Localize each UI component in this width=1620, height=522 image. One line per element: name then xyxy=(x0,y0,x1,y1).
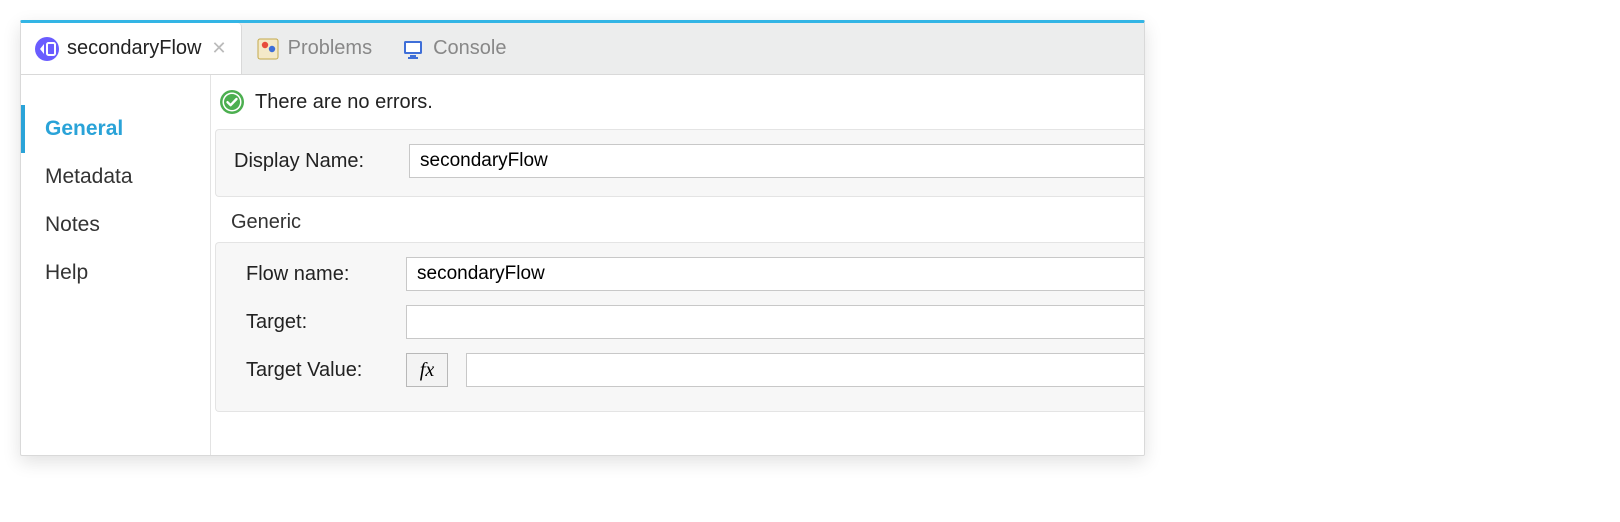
main-panel: There are no errors. Display Name: Gener… xyxy=(211,75,1144,455)
tab-problems[interactable]: Problems xyxy=(242,23,387,74)
flow-name-row: Flow name: xyxy=(246,257,1144,291)
sidebar-item-help[interactable]: Help xyxy=(21,249,210,297)
check-icon xyxy=(219,89,245,115)
sidebar-item-label: Notes xyxy=(45,213,100,236)
target-row: Target: xyxy=(246,305,1144,339)
sidebar-item-label: General xyxy=(45,117,123,140)
flow-icon xyxy=(35,37,59,61)
display-name-input[interactable] xyxy=(409,144,1144,178)
tab-label: Console xyxy=(433,37,506,60)
sidebar: General Metadata Notes Help xyxy=(21,75,211,455)
flow-name-label: Flow name: xyxy=(246,263,406,286)
problems-icon xyxy=(256,37,280,61)
sidebar-item-general[interactable]: General xyxy=(21,105,210,153)
tab-label: Problems xyxy=(288,37,372,60)
sidebar-item-label: Metadata xyxy=(45,165,133,188)
target-value-row: Target Value: fx xyxy=(246,353,1144,387)
fx-icon: fx xyxy=(420,359,434,382)
generic-panel: Flow name: Target: Target Value: fx xyxy=(215,242,1144,412)
target-label: Target: xyxy=(246,311,406,334)
target-value-input[interactable] xyxy=(466,353,1144,387)
fx-button[interactable]: fx xyxy=(406,353,448,387)
tab-label: secondaryFlow xyxy=(67,37,202,60)
content-area: General Metadata Notes Help xyxy=(21,75,1144,455)
display-name-panel: Display Name: xyxy=(215,129,1144,197)
sidebar-item-metadata[interactable]: Metadata xyxy=(21,153,210,201)
status-row: There are no errors. xyxy=(211,75,1144,129)
console-icon xyxy=(401,37,425,61)
close-icon[interactable]: ✕ xyxy=(212,38,227,59)
sidebar-item-label: Help xyxy=(45,261,88,284)
status-message: There are no errors. xyxy=(255,91,433,114)
flow-name-input[interactable] xyxy=(406,257,1144,291)
editor-window: secondaryFlow ✕ Problems xyxy=(20,20,1145,456)
target-value-label: Target Value: xyxy=(246,359,406,382)
tab-console[interactable]: Console xyxy=(387,23,521,74)
display-name-label: Display Name: xyxy=(234,150,409,173)
generic-section-title: Generic xyxy=(211,197,1144,242)
display-name-row: Display Name: xyxy=(234,144,1144,178)
sidebar-item-notes[interactable]: Notes xyxy=(21,201,210,249)
target-input[interactable] xyxy=(406,305,1144,339)
tab-secondaryflow[interactable]: secondaryFlow ✕ xyxy=(21,23,242,74)
target-value-group: fx xyxy=(406,353,1144,387)
tab-bar: secondaryFlow ✕ Problems xyxy=(21,23,1144,75)
